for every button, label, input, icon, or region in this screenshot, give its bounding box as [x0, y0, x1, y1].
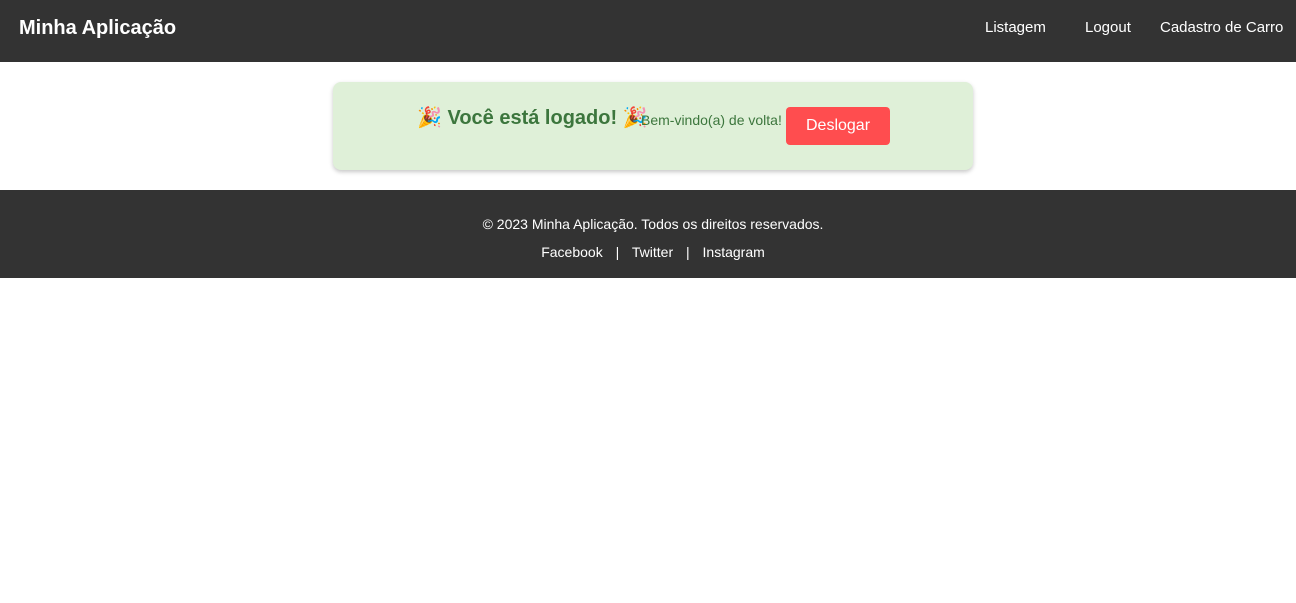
nav-link-logout[interactable]: Logout	[1085, 19, 1131, 37]
page-footer: © 2023 Minha Aplicação. Todos os direito…	[0, 190, 1296, 278]
link-separator: |	[615, 244, 620, 260]
social-links: Facebook | Twitter | Instagram	[0, 243, 1296, 261]
welcome-back-text: Bem-vindo(a) de volta!	[641, 112, 782, 128]
login-status-text: Você está logado!	[447, 107, 618, 129]
login-status-title: 🎉 Você está logado! 🎉	[417, 105, 648, 131]
facebook-link[interactable]: Facebook	[541, 244, 602, 260]
party-popper-icon: 🎉	[417, 107, 442, 129]
top-navbar: Minha Aplicação Listagem Logout Cadastro…	[0, 0, 1296, 62]
app-brand[interactable]: Minha Aplicação	[19, 15, 176, 41]
nav-link-listagem[interactable]: Listagem	[985, 19, 1046, 37]
link-separator: |	[686, 244, 690, 260]
instagram-link[interactable]: Instagram	[703, 244, 765, 260]
copyright-text: © 2023 Minha Aplicação. Todos os direito…	[482, 216, 824, 232]
nav-link-cadastro-de-carro[interactable]: Cadastro de Carro	[1160, 19, 1283, 37]
deslogar-button[interactable]: Deslogar	[786, 107, 890, 145]
login-status-card: 🎉 Você está logado! 🎉 Bem-vindo(a) de vo…	[333, 82, 973, 170]
twitter-link[interactable]: Twitter	[632, 244, 673, 260]
